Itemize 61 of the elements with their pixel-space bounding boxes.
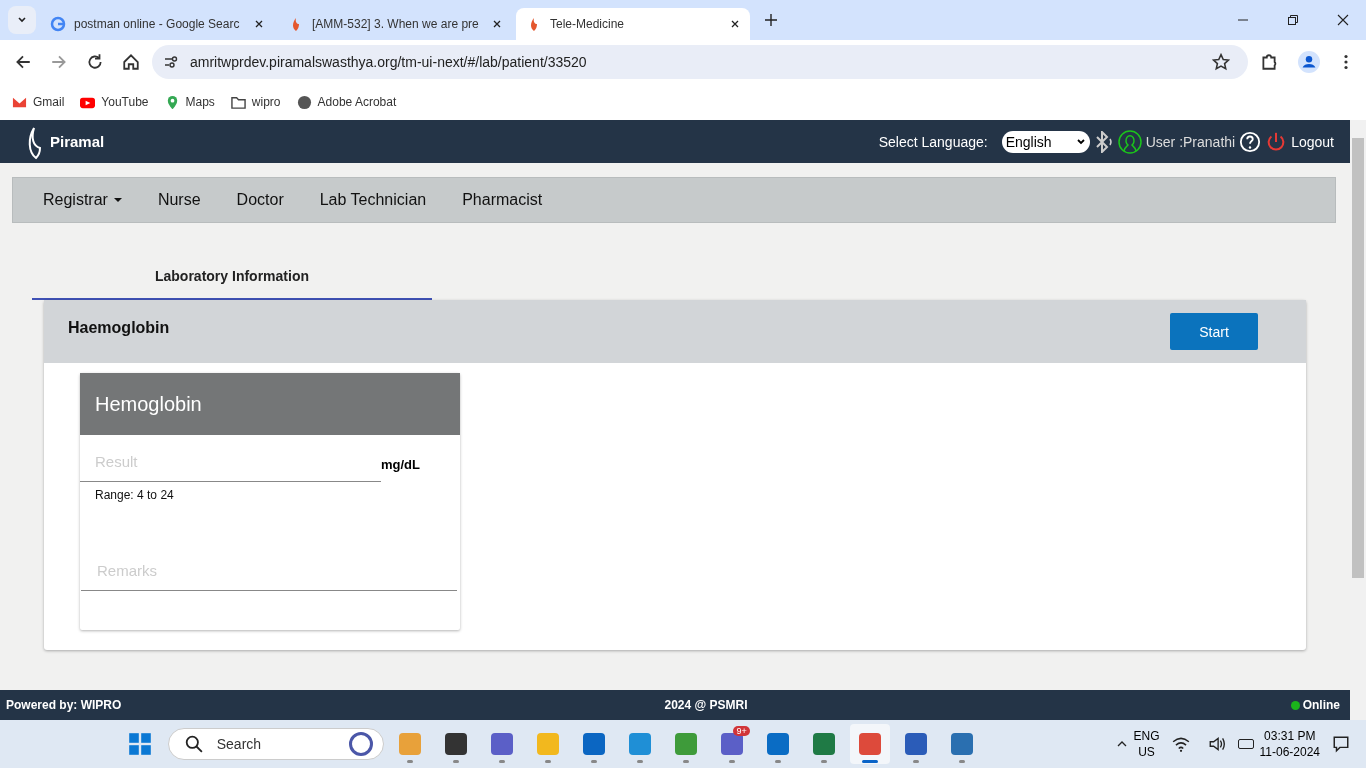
profile-icon[interactable] [1298, 51, 1320, 73]
taskbar-search[interactable]: Search [167, 728, 384, 760]
close-icon[interactable] [254, 19, 264, 29]
copyright-text: 2024 @ PSMRI [664, 698, 748, 712]
speaker-icon[interactable] [1207, 735, 1226, 753]
menu-icon[interactable] [1344, 54, 1348, 70]
nav-item[interactable]: Doctor [236, 191, 284, 209]
close-icon[interactable] [492, 19, 502, 29]
bookmark[interactable]: Maps [164, 94, 215, 110]
scroll-thumb[interactable] [1352, 138, 1364, 578]
chevron-down-icon [1075, 136, 1086, 147]
wifi-icon[interactable] [1171, 735, 1190, 753]
back-icon[interactable] [14, 53, 32, 71]
home-icon[interactable] [122, 53, 140, 71]
user-name: User :Pranathi [1145, 133, 1236, 150]
google-icon [50, 16, 66, 32]
browser-tab[interactable]: [AMM-532] 3. When we are pre [278, 8, 512, 40]
scrollbar[interactable] [1350, 120, 1366, 720]
bookmark[interactable]: YouTube [80, 94, 149, 110]
range-text: Range: 4 to 24 [94, 487, 175, 502]
restore-icon[interactable] [1287, 14, 1299, 26]
bluetooth-icon[interactable] [1093, 130, 1114, 153]
nav-item[interactable]: Nurse [157, 191, 201, 209]
nav-item[interactable]: Pharmacist [462, 191, 543, 209]
close-icon[interactable] [1337, 14, 1349, 26]
bookmark[interactable]: wipro [230, 94, 281, 110]
windows-start-icon[interactable] [127, 732, 152, 756]
reload-icon[interactable] [86, 53, 104, 71]
battery-icon[interactable] [1237, 739, 1254, 749]
notification-badge: 9+ [733, 726, 750, 736]
chevron-down-icon [17, 15, 27, 25]
language-label: Select Language: [878, 133, 988, 150]
nav-item[interactable]: Registrar [43, 191, 122, 209]
notification-icon[interactable] [1332, 735, 1350, 753]
start-button[interactable]: Start [1170, 313, 1258, 350]
brand-logo: Piramal [26, 123, 105, 160]
nav-item[interactable]: Lab Technician [319, 191, 427, 209]
forward-icon[interactable] [50, 53, 68, 71]
new-tab-icon[interactable] [764, 13, 778, 27]
bookmark[interactable]: Gmail [12, 94, 65, 110]
clock[interactable]: 03:31 PM 11-06-2024 [1259, 728, 1320, 760]
star-icon[interactable] [1212, 53, 1230, 71]
browser-tab[interactable]: postman online - Google Searc [40, 8, 274, 40]
logout-link[interactable]: Logout [1291, 133, 1334, 150]
user-icon [1117, 129, 1142, 154]
language-select[interactable]: English [1001, 130, 1090, 153]
bookmark[interactable]: Adobe Acrobat [296, 94, 397, 110]
address-bar[interactable]: amritwprdev.piramalswasthya.org/tm-ui-next/#/lab/patient/33520 [152, 45, 1248, 79]
powered-by-text: Powered by: WIPRO [6, 698, 122, 712]
status-text: Online [1302, 698, 1340, 712]
search-icon [184, 735, 203, 753]
panel-title: Haemoglobin [68, 319, 170, 337]
input-language[interactable]: ENG US [1133, 728, 1160, 760]
card-title: Hemoglobin [95, 392, 202, 416]
close-icon[interactable] [730, 19, 740, 29]
site-settings-icon[interactable] [164, 55, 178, 69]
help-icon[interactable] [1239, 130, 1262, 153]
puzzle-icon[interactable] [1260, 53, 1278, 71]
browser-tab[interactable]: Tele-Medicine [516, 8, 750, 40]
caret-icon [113, 198, 122, 202]
unit-label: mg/dL [381, 457, 420, 472]
